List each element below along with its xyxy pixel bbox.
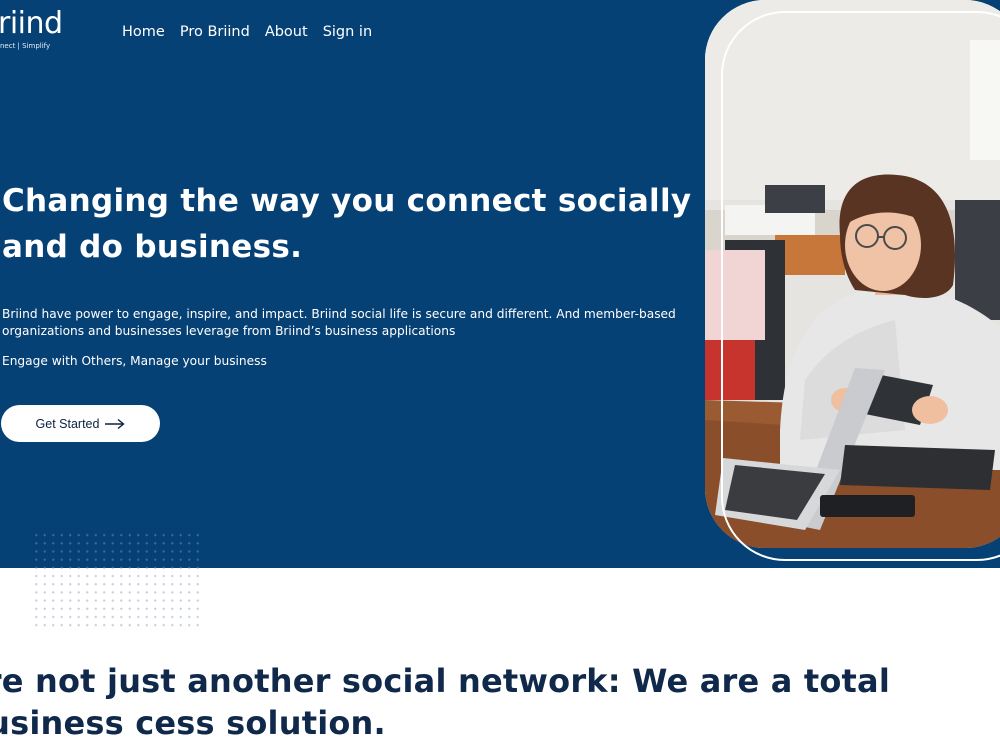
- logo-wordmark: riind: [0, 6, 63, 41]
- get-started-button[interactable]: Get Started: [1, 405, 160, 442]
- hero-headline: Changing the way you connect socially an…: [2, 183, 692, 265]
- hero-photo: [705, 0, 1000, 548]
- dot-pattern-decoration-lower: [32, 568, 202, 630]
- get-started-label: Get Started: [35, 416, 100, 431]
- arrow-right-icon: [105, 418, 126, 429]
- hero-section: riind nect | Simplify Home Pro Briind Ab…: [0, 0, 1000, 568]
- dot-pattern-decoration: [32, 531, 202, 568]
- hero-subtext: Engage with Others, Manage your business: [2, 354, 267, 368]
- logo-tagline: nect | Simplify: [0, 42, 51, 50]
- nav-about[interactable]: About: [265, 22, 308, 42]
- nav-sign-in[interactable]: Sign in: [323, 22, 372, 42]
- nav-pro-briind[interactable]: Pro Briind: [180, 22, 250, 42]
- main-nav: Home Pro Briind About Sign in: [122, 22, 387, 42]
- briind-logo[interactable]: riind nect | Simplify: [0, 6, 80, 56]
- hero-description: Briind have power to engage, inspire, an…: [2, 307, 676, 338]
- nav-home[interactable]: Home: [122, 22, 165, 42]
- student-photo-illustration: [705, 0, 1000, 548]
- section-title: are not just another social network: We …: [0, 662, 891, 742]
